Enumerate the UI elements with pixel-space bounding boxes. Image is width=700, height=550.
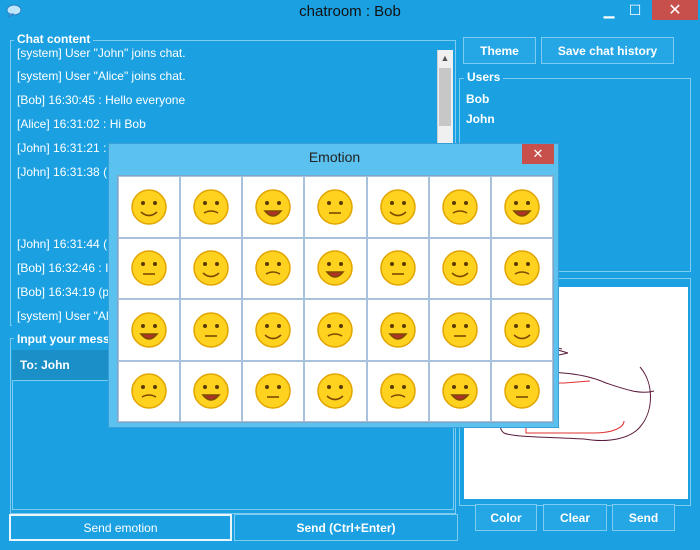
chat-line: [Alice] 16:31:02 : Hi Bob — [17, 117, 146, 131]
chat-line: [John] 16:31:44 ( — [17, 237, 108, 251]
emoticon-icon[interactable] — [490, 360, 553, 422]
minimize-button[interactable]: ▁ — [596, 0, 622, 20]
emotion-dialog: Emotion ✕ — [108, 143, 559, 428]
emoticon-icon[interactable] — [180, 237, 243, 299]
chat-line: [Bob] 16:30:45 : Hello everyone — [17, 93, 186, 107]
emoticon-icon[interactable] — [118, 299, 181, 361]
emoticon-icon[interactable] — [242, 299, 305, 361]
emotion-grid — [117, 175, 554, 423]
send-message-button[interactable]: Send (Ctrl+Enter) — [234, 514, 458, 541]
emoticon-icon[interactable] — [428, 176, 491, 238]
chat-line: [Bob] 16:34:19 (p — [17, 285, 110, 299]
emoticon-icon[interactable] — [180, 360, 243, 422]
emoticon-icon[interactable] — [366, 176, 429, 238]
emoticon-icon[interactable] — [428, 237, 491, 299]
chat-line: [system] User "Alice" joins chat. — [17, 69, 186, 83]
clear-button[interactable]: Clear — [543, 504, 607, 531]
emotion-dialog-title: Emotion — [308, 149, 361, 165]
color-button[interactable]: Color — [475, 504, 537, 531]
emoticon-icon[interactable] — [304, 237, 367, 299]
emoticon-icon[interactable] — [242, 176, 305, 238]
chat-line: [John] 16:31:38 ( — [17, 165, 108, 179]
user-item[interactable]: Bob — [466, 92, 489, 106]
emoticon-icon[interactable] — [304, 299, 367, 361]
recipient-label: To: John — [20, 358, 70, 372]
emoticon-icon[interactable] — [428, 360, 491, 422]
theme-button[interactable]: Theme — [463, 37, 536, 64]
save-chat-history-button[interactable]: Save chat history — [541, 37, 674, 64]
emoticon-icon[interactable] — [366, 360, 429, 422]
chat-line: [John] 16:31:21 : — [17, 141, 107, 155]
chat-content-title: Chat content — [14, 32, 94, 46]
chat-line: [system] User "John" joins chat. — [17, 48, 186, 60]
emoticon-icon[interactable] — [428, 299, 491, 361]
emoticon-icon[interactable] — [304, 360, 367, 422]
emoticon-icon[interactable] — [118, 237, 181, 299]
input-group-title: Input your mess — [14, 332, 113, 346]
emoticon-icon[interactable] — [490, 237, 553, 299]
send-drawing-button[interactable]: Send — [612, 504, 675, 531]
users-title: Users — [464, 70, 504, 84]
emoticon-icon[interactable] — [304, 176, 367, 238]
close-icon[interactable]: ✕ — [522, 144, 554, 164]
emoticon-icon[interactable] — [366, 237, 429, 299]
chat-line: [system] User "Al — [17, 309, 109, 323]
emoticon-icon[interactable] — [242, 237, 305, 299]
close-window-button[interactable]: ✕ — [652, 0, 698, 20]
emoticon-icon[interactable] — [490, 299, 553, 361]
scroll-up-arrow-icon[interactable]: ▲ — [437, 50, 453, 66]
user-item[interactable]: John — [466, 112, 495, 126]
chat-line: [Bob] 16:32:46 : I — [17, 261, 109, 275]
emoticon-icon[interactable] — [490, 176, 553, 238]
maximize-button[interactable]: ☐ — [622, 0, 648, 20]
emoticon-icon[interactable] — [180, 176, 243, 238]
send-emotion-button[interactable]: Send emotion — [9, 514, 232, 541]
emoticon-icon[interactable] — [118, 176, 181, 238]
emoticon-icon[interactable] — [366, 299, 429, 361]
emoticon-icon[interactable] — [180, 299, 243, 361]
scrollbar-thumb[interactable] — [439, 68, 451, 126]
emoticon-icon[interactable] — [118, 360, 181, 422]
window-title: chatroom : Bob — [299, 3, 401, 20]
emoticon-icon[interactable] — [242, 360, 305, 422]
